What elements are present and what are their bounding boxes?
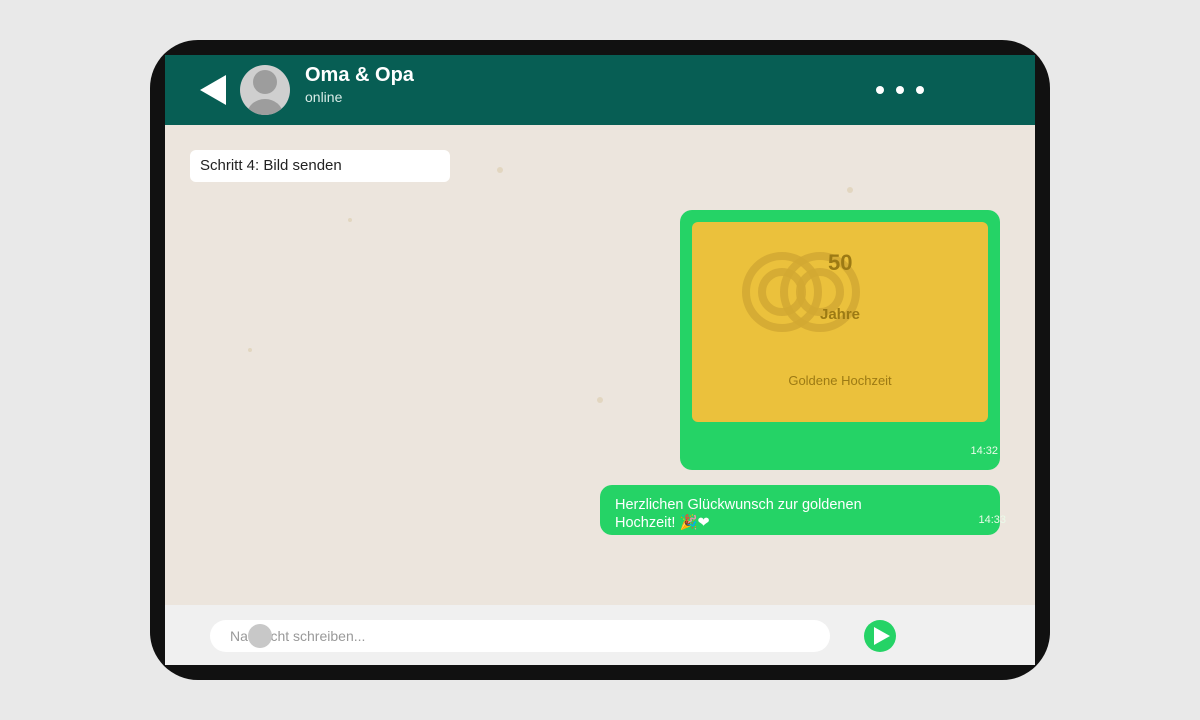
background-pattern-dot (597, 397, 603, 403)
back-arrow-icon[interactable] (200, 75, 226, 105)
send-button[interactable] (864, 620, 896, 652)
avatar[interactable] (240, 65, 290, 115)
text-message-bubble[interactable]: Herzlichen Glückwunsch zur goldenen Hoch… (600, 485, 1006, 535)
message-text: Herzlichen Glückwunsch zur goldenen Hoch… (615, 497, 862, 531)
card-anniversary-number: 50 (828, 250, 853, 275)
input-bar (165, 605, 1035, 665)
chat-header: Oma & Opa online (165, 55, 1035, 125)
card-caption: Goldene Hochzeit (788, 373, 892, 388)
message-input[interactable] (210, 620, 830, 652)
image-message-bubble[interactable]: 50 Jahre Goldene Hochzeit 14:32 (680, 210, 1000, 470)
message-list: Schritt 4: Bild senden 50 Jahre Goldene … (165, 125, 1035, 605)
message-timestamp: 14:33 (978, 514, 1006, 526)
person-icon (247, 70, 283, 115)
background-pattern-dot (348, 218, 352, 222)
chat-screen: Oma & Opa online Schritt 4: Bild senden … (165, 55, 1035, 665)
card-years-label: Jahre (820, 306, 861, 323)
more-options-icon[interactable] (870, 80, 930, 100)
step-label: Schritt 4: Bild senden (190, 150, 450, 182)
background-pattern-dot (497, 167, 503, 173)
background-pattern-dot (248, 348, 252, 352)
background-pattern-dot (847, 187, 853, 193)
contact-name: Oma & Opa (305, 64, 414, 86)
golden-wedding-card-image[interactable]: 50 Jahre Goldene Hochzeit (692, 222, 988, 422)
message-timestamp: 14:32 (970, 445, 998, 457)
send-icon (874, 627, 890, 645)
touch-indicator (248, 624, 272, 648)
contact-status: online (305, 89, 343, 105)
